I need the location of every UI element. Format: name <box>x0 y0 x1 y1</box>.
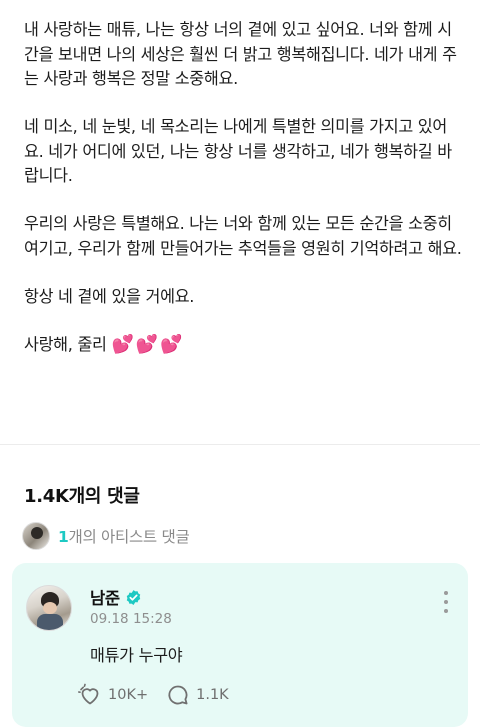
comment-date: 09.18 15:28 <box>90 611 172 627</box>
featured-comment-card[interactable]: 남준 09.18 15:28 매튜가 누구야 10K+ 1.1K <box>12 563 468 727</box>
author-name[interactable]: 남준 <box>90 585 120 609</box>
more-vertical-icon[interactable] <box>438 591 454 613</box>
reply-button[interactable]: 1.1K <box>166 683 229 707</box>
comment-author: 남준 <box>90 585 142 609</box>
like-heart-icon <box>78 683 99 705</box>
post-paragraph: 네 미소, 네 눈빛, 네 목소리는 나에게 특별한 의미를 가지고 있어요. … <box>24 117 452 185</box>
artist-avatar <box>22 522 50 550</box>
post-paragraph: 우리의 사랑은 특별해요. 나는 너와 함께 있는 모든 순간을 소중히 여기고… <box>24 214 462 258</box>
comment-text: 매튜가 누구야 <box>90 646 183 665</box>
verified-badge-icon <box>126 589 140 605</box>
post-body: 내 사랑하는 매튜, 나는 항상 너의 곁에 있고 싶어요. 너와 함께 시간을… <box>24 18 464 381</box>
post-paragraph: 내 사랑하는 매튜, 나는 항상 너의 곁에 있고 싶어요. 너와 함께 시간을… <box>24 20 457 88</box>
artist-comments-link[interactable]: 1개의 아티스트 댓글 <box>22 521 190 551</box>
artist-comment-count: 1 <box>58 528 69 546</box>
reply-bubble-icon <box>168 685 188 705</box>
artist-comment-suffix: 개의 아티스트 댓글 <box>68 528 190 546</box>
comments-title: 1.4K개의 댓글 <box>24 486 140 507</box>
comment-actions: 10K+ 1.1K <box>78 683 247 707</box>
like-button[interactable]: 10K+ <box>78 683 148 707</box>
hearts-emoji: 💕💕💕 <box>111 333 185 355</box>
reply-count: 1.1K <box>196 687 229 703</box>
post-paragraph: 항상 네 곁에 있을 거에요. <box>24 286 195 306</box>
artist-comments-label: 1개의 아티스트 댓글 <box>58 525 190 547</box>
avatar[interactable] <box>26 585 72 631</box>
like-count: 10K+ <box>108 687 149 703</box>
post-closing: 사랑해, 줄리 💕💕💕 <box>24 333 464 358</box>
section-divider <box>0 444 480 445</box>
closing-text: 사랑해, 줄리 <box>24 334 107 354</box>
